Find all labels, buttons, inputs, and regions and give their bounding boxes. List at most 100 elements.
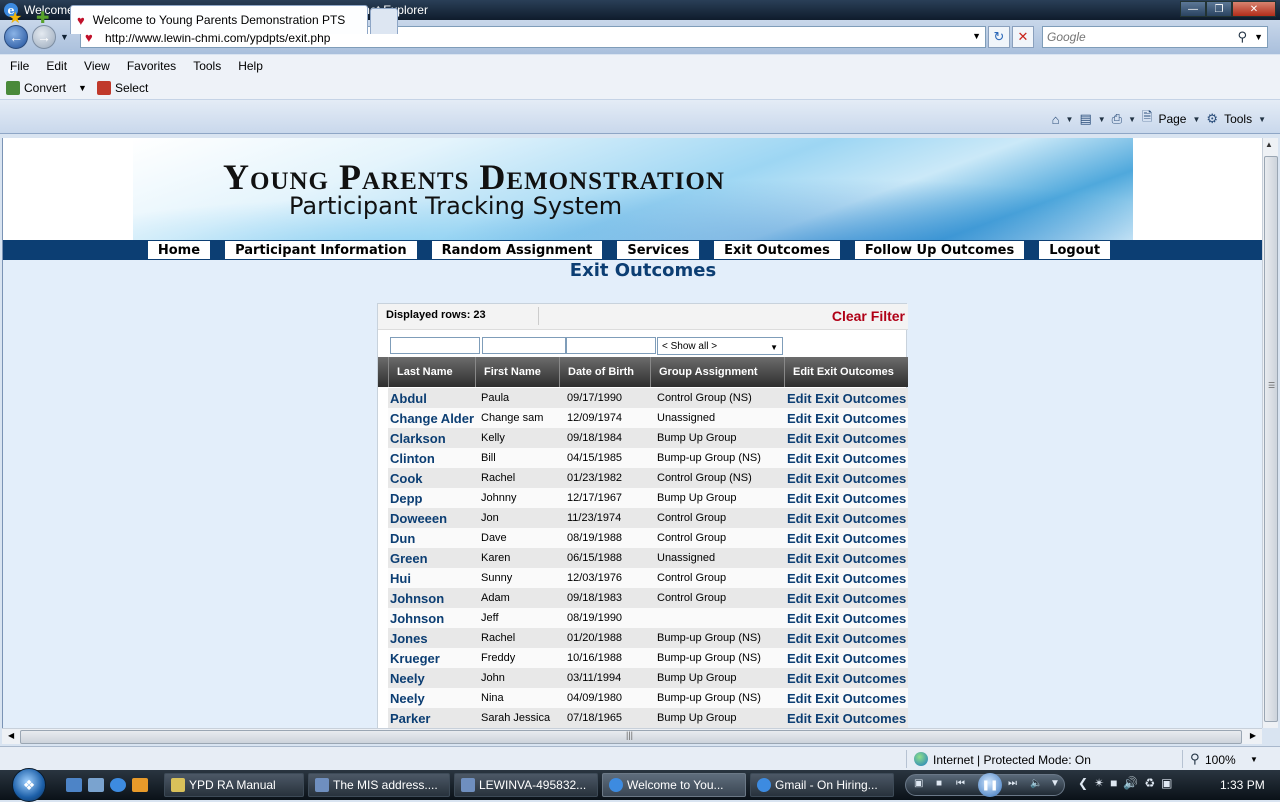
menu-tools[interactable]: Tools xyxy=(193,59,221,73)
nav-home[interactable]: Home xyxy=(147,241,211,259)
task-gmail[interactable]: Gmail - On Hiring... xyxy=(750,773,894,797)
search-icon[interactable]: ⚲ xyxy=(1237,29,1247,45)
favorites-star-icon[interactable]: ★ xyxy=(8,8,22,28)
back-button[interactable]: ← xyxy=(4,25,28,49)
cell-last-name[interactable]: Neely xyxy=(390,688,425,708)
tray-network-icon[interactable]: ✴ xyxy=(1094,776,1104,790)
cell-last-name[interactable]: Parker xyxy=(390,708,430,728)
feeds-dropdown-icon[interactable]: ▼ xyxy=(1098,115,1106,124)
cell-last-name[interactable]: Cook xyxy=(390,468,423,488)
tab-current[interactable]: ♥ Welcome to Young Parents Demonstration… xyxy=(70,5,368,34)
nav-participant-information[interactable]: Participant Information xyxy=(225,241,417,259)
refresh-button[interactable]: ↻ xyxy=(988,26,1010,48)
menu-edit[interactable]: Edit xyxy=(46,59,67,73)
nav-random-assignment[interactable]: Random Assignment xyxy=(431,241,603,259)
scroll-left-icon[interactable]: ◀ xyxy=(8,731,14,740)
edit-exit-outcomes-link[interactable]: Edit Exit Outcomes xyxy=(787,548,906,568)
print-icon[interactable]: ⎙ xyxy=(1112,111,1122,127)
media-window-icon[interactable]: ▣ xyxy=(914,778,923,789)
menu-help[interactable]: Help xyxy=(238,59,263,73)
switch-windows-icon[interactable] xyxy=(88,778,104,792)
menu-favorites[interactable]: Favorites xyxy=(127,59,176,73)
task-welcome-ie[interactable]: Welcome to You... xyxy=(602,773,746,797)
cell-last-name[interactable]: Dun xyxy=(390,528,415,548)
feeds-icon[interactable]: ▤ xyxy=(1079,111,1091,127)
cell-last-name[interactable]: Depp xyxy=(390,488,423,508)
tools-dropdown-icon[interactable]: ▼ xyxy=(1258,115,1266,124)
show-desktop-icon[interactable] xyxy=(66,778,82,792)
new-tab-button[interactable] xyxy=(370,8,398,34)
vertical-scrollbar[interactable]: ▲ ☰ xyxy=(1262,138,1278,728)
ie-quicklaunch-icon[interactable] xyxy=(110,778,126,792)
task-mis-address[interactable]: The MIS address.... xyxy=(308,773,450,797)
tray-sync-icon[interactable]: ♻ xyxy=(1144,776,1155,790)
tray-monitor-icon[interactable]: ▣ xyxy=(1161,776,1172,790)
select-button[interactable]: Select xyxy=(115,81,148,95)
media-dropdown-icon[interactable]: ▼ xyxy=(1050,778,1060,789)
clear-filter-link[interactable]: Clear Filter xyxy=(832,308,905,324)
edit-exit-outcomes-link[interactable]: Edit Exit Outcomes xyxy=(787,588,906,608)
zoom-dropdown-icon[interactable]: ▼ xyxy=(1250,755,1258,764)
edit-exit-outcomes-link[interactable]: Edit Exit Outcomes xyxy=(787,508,906,528)
search-input[interactable] xyxy=(1047,28,1237,46)
search-dropdown-icon[interactable]: ▼ xyxy=(1254,32,1263,42)
search-box[interactable]: ⚲ ▼ xyxy=(1042,26,1268,48)
scroll-up-icon[interactable]: ▲ xyxy=(1265,140,1273,149)
menu-view[interactable]: View xyxy=(84,59,110,73)
tray-volume-icon[interactable]: 🔊 xyxy=(1123,776,1138,790)
media-quicklaunch-icon[interactable] xyxy=(132,778,148,792)
start-button[interactable]: ❖ xyxy=(12,768,46,802)
media-next-icon[interactable]: ⏭ xyxy=(1008,778,1017,789)
home-dropdown-icon[interactable]: ▼ xyxy=(1066,115,1074,124)
add-favorite-icon[interactable]: ✚ xyxy=(36,8,49,28)
nav-logout[interactable]: Logout xyxy=(1039,241,1111,259)
address-dropdown-icon[interactable]: ▼ xyxy=(972,31,981,41)
filter-dob-input[interactable] xyxy=(566,337,656,354)
edit-exit-outcomes-link[interactable]: Edit Exit Outcomes xyxy=(787,648,906,668)
convert-button[interactable]: Convert xyxy=(24,81,66,95)
cell-last-name[interactable]: Abdul xyxy=(390,388,427,408)
cell-last-name[interactable]: Clinton xyxy=(390,448,435,468)
stop-button[interactable]: ✕ xyxy=(1012,26,1034,48)
minimize-button[interactable]: — xyxy=(1180,1,1206,17)
cell-last-name[interactable]: Krueger xyxy=(390,648,440,668)
cell-last-name[interactable]: Neely xyxy=(390,668,425,688)
task-lewinva[interactable]: LEWINVA-495832... xyxy=(454,773,598,797)
cell-last-name[interactable]: Doweeen xyxy=(390,508,447,528)
page-dropdown-icon[interactable]: ▼ xyxy=(1192,115,1200,124)
scroll-right-icon[interactable]: ▶ xyxy=(1250,731,1256,740)
edit-exit-outcomes-link[interactable]: Edit Exit Outcomes xyxy=(787,488,906,508)
edit-exit-outcomes-link[interactable]: Edit Exit Outcomes xyxy=(787,408,906,428)
edit-exit-outcomes-link[interactable]: Edit Exit Outcomes xyxy=(787,428,906,448)
edit-exit-outcomes-link[interactable]: Edit Exit Outcomes xyxy=(787,388,906,408)
edit-exit-outcomes-link[interactable]: Edit Exit Outcomes xyxy=(787,688,906,708)
edit-exit-outcomes-link[interactable]: Edit Exit Outcomes xyxy=(787,468,906,488)
menu-file[interactable]: File xyxy=(10,59,29,73)
cell-last-name[interactable]: Green xyxy=(390,548,428,568)
tray-expand-icon[interactable]: ❮ xyxy=(1078,776,1088,790)
edit-exit-outcomes-link[interactable]: Edit Exit Outcomes xyxy=(787,708,906,728)
header-first-name[interactable]: First Name xyxy=(475,357,559,387)
page-menu-button[interactable]: Page xyxy=(1158,112,1186,126)
vertical-scroll-thumb[interactable]: ☰ xyxy=(1264,156,1278,722)
cell-last-name[interactable]: Hui xyxy=(390,568,411,588)
edit-exit-outcomes-link[interactable]: Edit Exit Outcomes xyxy=(787,608,906,628)
security-zone[interactable]: Internet | Protected Mode: On xyxy=(933,753,1091,767)
edit-exit-outcomes-link[interactable]: Edit Exit Outcomes xyxy=(787,568,906,588)
tools-menu-button[interactable]: Tools xyxy=(1224,112,1252,126)
filter-group-select[interactable]: < Show all > ▼ xyxy=(657,337,783,355)
zoom-level[interactable]: 100% xyxy=(1205,753,1236,767)
edit-exit-outcomes-link[interactable]: Edit Exit Outcomes xyxy=(787,668,906,688)
forward-button[interactable]: → xyxy=(32,25,56,49)
home-icon[interactable]: ⌂ xyxy=(1052,112,1060,127)
media-previous-icon[interactable]: ⏮ xyxy=(956,778,965,789)
edit-exit-outcomes-link[interactable]: Edit Exit Outcomes xyxy=(787,628,906,648)
tray-app-icon[interactable]: ■ xyxy=(1110,776,1117,790)
task-ypd-ra-manual[interactable]: YPD RA Manual xyxy=(164,773,304,797)
cell-last-name[interactable]: Jones xyxy=(390,628,428,648)
nav-follow-up-outcomes[interactable]: Follow Up Outcomes xyxy=(854,241,1025,259)
maximize-button[interactable]: ❐ xyxy=(1206,1,1232,17)
edit-exit-outcomes-link[interactable]: Edit Exit Outcomes xyxy=(787,448,906,468)
close-window-button[interactable]: ✕ xyxy=(1232,1,1276,17)
media-volume-icon[interactable]: 🔈 xyxy=(1030,778,1042,789)
